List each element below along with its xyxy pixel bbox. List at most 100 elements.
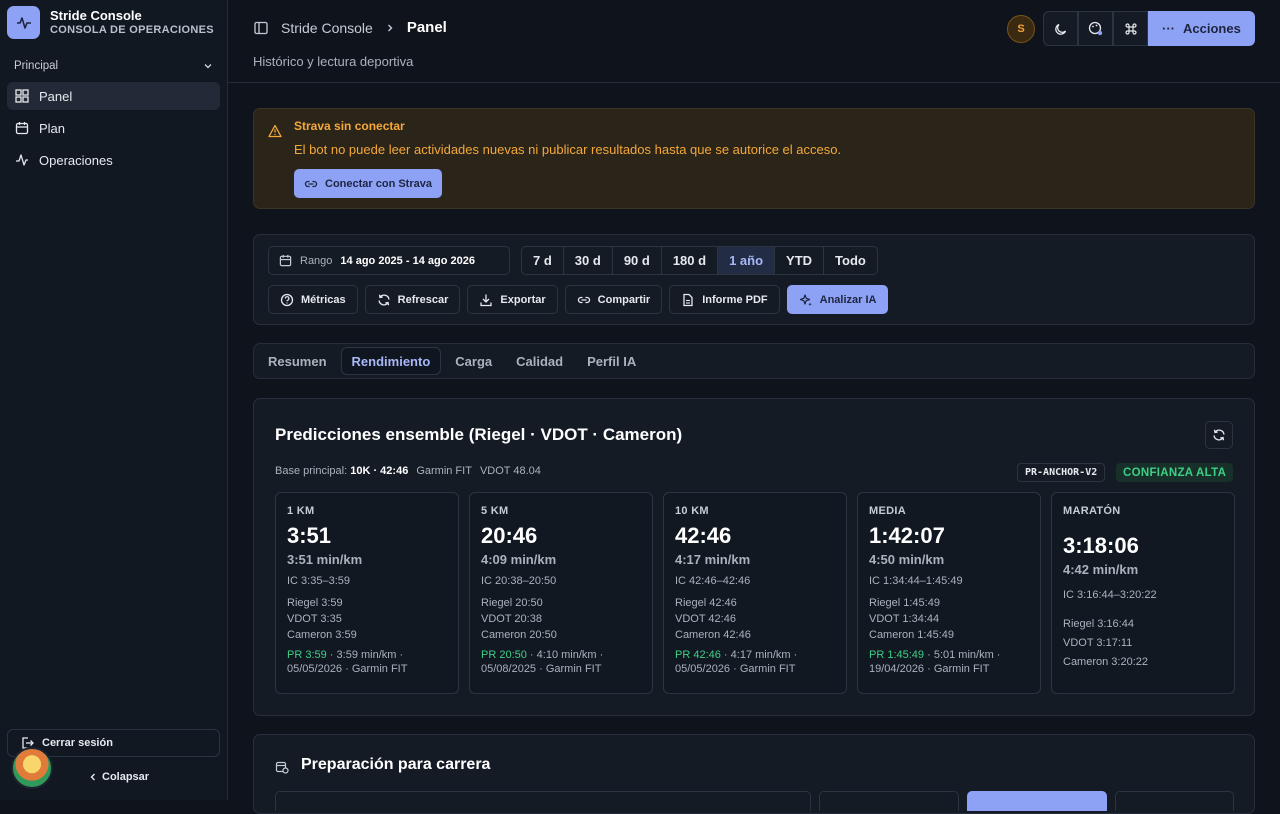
- ai-analyze-button[interactable]: Analizar IA: [786, 285, 889, 314]
- date-range-picker[interactable]: Rango 14 ago 2025 - 14 ago 2026: [268, 246, 510, 275]
- export-button[interactable]: Exportar: [467, 285, 558, 314]
- model-breakdown: Riegel 3:16:44 VDOT 3:17:11 Cameron 3:20…: [1063, 615, 1223, 672]
- brand-subtitle: CONSOLA DE OPERACIONES: [50, 24, 214, 36]
- range-label: Rango: [300, 254, 333, 267]
- avatar[interactable]: [11, 747, 53, 789]
- sidebar: Stride Console CONSOLA DE OPERACIONES Pr…: [0, 0, 228, 800]
- period-ytd[interactable]: YTD: [775, 247, 825, 274]
- actions-label: Acciones: [1183, 21, 1241, 36]
- race-prep-secondary-button[interactable]: [1115, 791, 1234, 811]
- period-1y[interactable]: 1 año: [718, 247, 776, 274]
- predicted-time: 3:51: [287, 523, 332, 548]
- export-label: Exportar: [500, 293, 546, 306]
- tab-calidad[interactable]: Calidad: [506, 347, 573, 375]
- base-source: Garmin FIT: [416, 465, 472, 477]
- race-prep-card: Preparación para carrera: [253, 734, 1255, 814]
- metrics-button[interactable]: Métricas: [268, 285, 358, 314]
- filters-panel: Rango 14 ago 2025 - 14 ago 2026 7 d 30 d…: [253, 234, 1255, 325]
- brand[interactable]: Stride Console CONSOLA DE OPERACIONES: [7, 6, 214, 39]
- tab-perfil-ia[interactable]: Perfil IA: [577, 347, 646, 375]
- personal-record: PR 1:45:49 · 5:01 min/km · 19/04/2026 · …: [869, 648, 1029, 676]
- refresh-label: Refrescar: [397, 293, 449, 306]
- riegel-value: Riegel 3:16:44: [1063, 618, 1134, 630]
- model-breakdown: Riegel 42:46 VDOT 42:46 Cameron 42:46: [675, 595, 835, 643]
- personal-record: PR 20:50 · 4:10 min/km · 05/08/2025 · Ga…: [481, 648, 641, 676]
- distance-label: MEDIA: [869, 505, 906, 517]
- collapse-label: Colapsar: [102, 771, 150, 783]
- race-prep-title: Preparación para carrera: [301, 756, 491, 773]
- collapse-button[interactable]: Colapsar: [88, 771, 149, 783]
- period-7d[interactable]: 7 d: [522, 247, 564, 274]
- refresh-icon: [377, 294, 390, 305]
- warning-icon: [268, 124, 282, 138]
- distance-label: MARATÓN: [1063, 505, 1121, 517]
- refresh-predictions-button[interactable]: [1205, 421, 1233, 449]
- period-30d[interactable]: 30 d: [564, 247, 613, 274]
- command-button[interactable]: [1113, 11, 1148, 46]
- tab-rendimiento[interactable]: Rendimiento: [340, 347, 442, 375]
- user-badge[interactable]: S: [1007, 14, 1035, 43]
- period-180d[interactable]: 180 d: [662, 247, 719, 274]
- predicted-pace: 4:50 min/km: [869, 552, 945, 567]
- prediction-card-5k: 5 KM 20:46 4:09 min/km IC 20:38–20:50 Ri…: [469, 492, 653, 694]
- alert-body: El bot no puede leer actividades nuevas …: [294, 142, 842, 157]
- pr-time: PR 20:50: [481, 649, 527, 661]
- brand-title: Stride Console: [50, 8, 142, 23]
- race-select-field[interactable]: [275, 791, 811, 811]
- model-breakdown: Riegel 20:50 VDOT 20:38 Cameron 20:50: [481, 595, 641, 643]
- tab-resumen[interactable]: Resumen: [258, 347, 337, 375]
- breadcrumb-root[interactable]: Stride Console: [281, 20, 373, 36]
- confidence-interval: IC 1:34:44–1:45:49: [869, 575, 963, 587]
- refresh-button[interactable]: Refrescar: [364, 285, 461, 314]
- predicted-time: 20:46: [481, 523, 538, 548]
- base-label: Base principal:: [275, 465, 348, 477]
- share-button[interactable]: Compartir: [564, 285, 663, 314]
- sidebar-section-toggle[interactable]: Principal: [14, 60, 214, 72]
- sidebar-item-panel[interactable]: Panel: [7, 82, 220, 110]
- race-date-field[interactable]: [819, 791, 959, 811]
- base-vdot: VDOT 48.04: [479, 465, 541, 477]
- vdot-value: VDOT 3:35: [287, 613, 342, 625]
- pdf-report-label: Informe PDF: [702, 293, 768, 306]
- actions-button[interactable]: ··· Acciones: [1148, 11, 1255, 46]
- vdot-value: VDOT 1:34:44: [869, 613, 940, 625]
- sidebar-item-label: Panel: [39, 88, 73, 104]
- chevron-down-icon: [204, 64, 212, 69]
- race-prep-primary-button[interactable]: [967, 791, 1107, 811]
- activity-icon: [16, 154, 28, 166]
- riegel-value: Riegel 20:50: [481, 597, 543, 609]
- sidebar-item-label: Plan: [39, 120, 66, 136]
- alert-title: Strava sin conectar: [294, 119, 405, 133]
- topbar: Stride Console Panel Histórico y lectura…: [228, 0, 1280, 83]
- pr-date: 05/05/2026 · Garmin FIT: [675, 663, 796, 675]
- predicted-pace: 4:09 min/km: [481, 552, 557, 567]
- connect-strava-label: Conectar con Strava: [325, 177, 432, 190]
- main-area: Stride Console Panel Histórico y lectura…: [228, 0, 1280, 814]
- tab-carga[interactable]: Carga: [445, 347, 502, 375]
- confidence-interval: IC 42:46–42:46: [675, 575, 751, 587]
- sidebar-item-plan[interactable]: Plan: [7, 114, 220, 142]
- vdot-value: VDOT 3:17:11: [1063, 637, 1133, 649]
- pr-time: PR 3:59: [287, 649, 327, 661]
- cameron-value: Cameron 20:50: [481, 629, 557, 641]
- chevron-left-icon: [90, 773, 95, 781]
- period-all[interactable]: Todo: [824, 247, 877, 274]
- download-icon: [480, 294, 493, 306]
- cameron-value: Cameron 1:45:49: [869, 629, 954, 641]
- predicted-time: 3:18:06: [1063, 533, 1139, 558]
- palette-button[interactable]: [1078, 11, 1113, 46]
- sidebar-item-operaciones[interactable]: Operaciones: [7, 146, 220, 174]
- file-text-icon: [683, 293, 693, 306]
- connect-strava-button[interactable]: Conectar con Strava: [294, 169, 442, 198]
- period-selector: 7 d 30 d 90 d 180 d 1 año YTD Todo: [521, 246, 878, 275]
- theme-toggle-button[interactable]: [1043, 11, 1078, 46]
- actions-row: Métricas Refrescar Exportar Compartir In…: [268, 285, 889, 314]
- pr-time: PR 1:45:49: [869, 649, 925, 661]
- pr-pace: · 4:17 min/km ·: [720, 649, 798, 661]
- top-actions: S ··· Acciones: [1007, 11, 1255, 46]
- period-90d[interactable]: 90 d: [613, 247, 662, 274]
- command-icon: [1124, 22, 1137, 35]
- chevron-right-icon: [387, 24, 393, 31]
- sidebar-toggle-icon[interactable]: [253, 20, 269, 36]
- pdf-report-button[interactable]: Informe PDF: [669, 285, 780, 314]
